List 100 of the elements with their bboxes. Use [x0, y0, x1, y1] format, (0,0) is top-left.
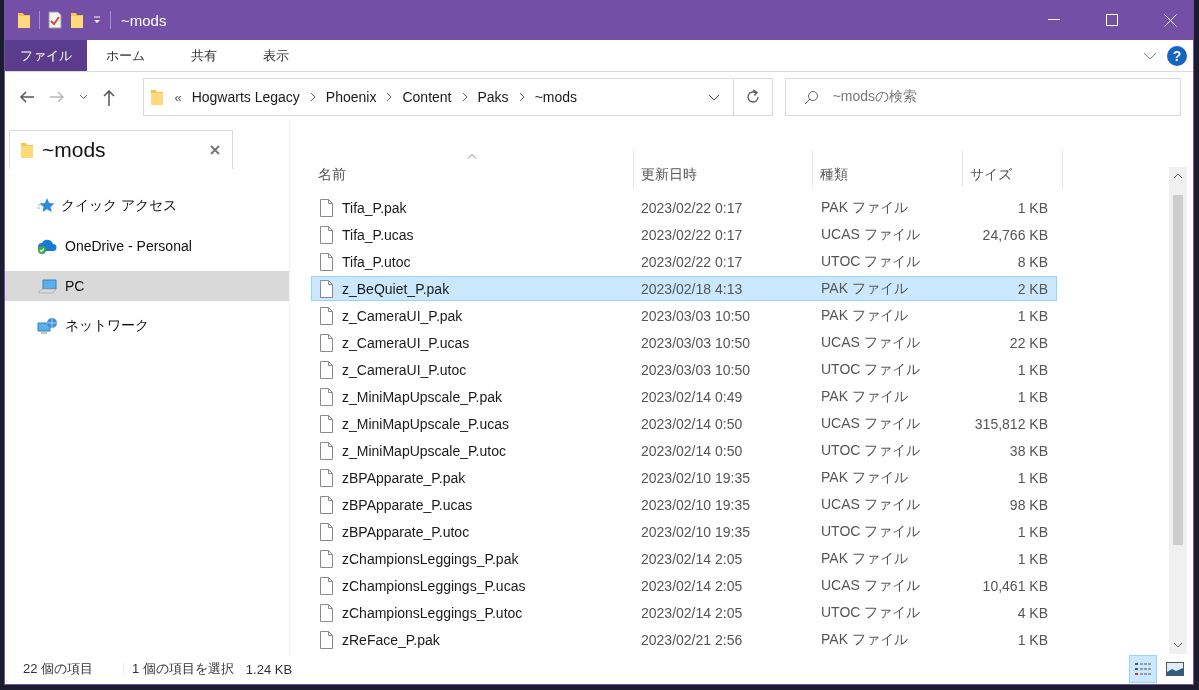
modified-date: 2023/02/14 2:05	[640, 604, 744, 621]
item-count: 22 個の項目	[22, 660, 95, 678]
file-row[interactable]: Tifa_P.ucas 2023/02/22 0:17 UCAS ファイル 24,766 KB	[311, 222, 1057, 247]
file-size: 1 KB	[1016, 550, 1048, 567]
folder-tab[interactable]: ~mods	[9, 130, 233, 169]
file-icon	[319, 252, 333, 271]
file-row[interactable]: zChampionsLeggings_P.pak 2023/02/14 2:05 PAK ファイル 1 KB	[311, 546, 1057, 571]
maximize-icon[interactable]	[1106, 14, 1118, 26]
file-row[interactable]: z_CameraUI_P.ucas 2023/03/03 10:50 UCAS ファイル 22 KB	[311, 330, 1057, 355]
file-row[interactable]: Tifa_P.pak 2023/02/22 0:17 PAK ファイル 1 KB	[311, 195, 1057, 220]
file-icon	[319, 630, 333, 649]
file-icon	[319, 495, 333, 514]
search-placeholder: ~modsの検索	[832, 88, 918, 106]
chevron-up-icon[interactable]	[1173, 173, 1183, 179]
network-icon	[37, 317, 59, 335]
file-name: Tifa_P.ucas	[342, 226, 414, 243]
modified-date: 2023/02/22 0:17	[640, 226, 744, 243]
close-icon[interactable]	[210, 145, 220, 155]
folder-icon	[20, 141, 34, 159]
file-row[interactable]: zBPApparate_P.ucas 2023/02/10 19:35 UCAS ファイル 98 KB	[311, 492, 1057, 517]
file-row[interactable]: zChampionsLeggings_P.ucas 2023/02/14 2:05 UCAS ファイル 10,461 KB	[311, 573, 1057, 598]
breadcrumb[interactable]: ~mods	[534, 89, 578, 105]
file-row[interactable]: z_BeQuiet_P.pak 2023/02/18 4:13 PAK ファイル 2 KB	[311, 276, 1057, 301]
file-name: Tifa_P.utoc	[342, 253, 411, 270]
ribbon-tab[interactable]: 共有	[172, 40, 236, 71]
file-size: 22 KB	[1008, 334, 1048, 351]
file-row[interactable]: z_MiniMapUpscale_P.pak 2023/02/14 0:49 PAK ファイル 1 KB	[311, 384, 1057, 409]
file-tab[interactable]: ファイル	[5, 40, 87, 71]
chevron-down-icon[interactable]	[1173, 642, 1183, 648]
file-type: UCAS ファイル	[820, 414, 921, 433]
file-name: zBPApparate_P.ucas	[342, 496, 473, 513]
file-type: UCAS ファイル	[820, 333, 921, 352]
file-row[interactable]: Tifa_P.utoc 2023/02/22 0:17 UTOC ファイル 8 KB	[311, 249, 1057, 274]
file-type: UTOC ファイル	[820, 522, 922, 541]
file-type: UCAS ファイル	[820, 495, 921, 514]
file-icon	[319, 414, 333, 433]
ribbon-tab[interactable]: ホーム	[87, 40, 164, 71]
file-size: 315,812 KB	[973, 415, 1048, 432]
breadcrumb[interactable]: Content	[402, 89, 452, 105]
file-size: 1 KB	[1016, 523, 1048, 540]
file-icon	[319, 549, 333, 568]
sidebar-item[interactable]: OneDrive - Personal	[5, 231, 289, 261]
modified-date: 2023/03/03 10:50	[640, 307, 751, 324]
file-row[interactable]: z_CameraUI_P.pak 2023/03/03 10:50 PAK ファイル 1 KB	[311, 303, 1057, 328]
file-icon	[319, 306, 333, 325]
file-row[interactable]: z_MiniMapUpscale_P.utoc 2023/02/14 0:50 UTOC ファイル 38 KB	[311, 438, 1057, 463]
column-header[interactable]: サイズ	[963, 150, 1063, 187]
chevron-down-icon[interactable]	[79, 94, 88, 100]
file-size: 1 KB	[1016, 631, 1048, 648]
folder-icon[interactable]	[70, 11, 84, 29]
back-arrow-icon[interactable]	[19, 90, 35, 104]
help-button[interactable]: ?	[1167, 45, 1187, 66]
window-title: ~mods	[121, 11, 167, 29]
file-type: PAK ファイル	[820, 387, 909, 406]
sort-ascending-icon	[467, 153, 477, 159]
file-type: PAK ファイル	[820, 549, 909, 568]
column-header[interactable]: 種類	[813, 150, 963, 187]
refresh-icon[interactable]	[744, 89, 761, 105]
file-size: 1 KB	[1016, 307, 1048, 324]
folder-icon	[17, 11, 31, 29]
file-name: z_BeQuiet_P.pak	[342, 280, 450, 297]
sidebar-item[interactable]: クイック アクセス	[5, 191, 289, 221]
scrollbar[interactable]	[1169, 167, 1187, 654]
breadcrumb[interactable]: Hogwarts Legacy	[191, 89, 300, 105]
file-name: zChampionsLeggings_P.ucas	[342, 577, 526, 594]
details-view-button[interactable]	[1129, 655, 1157, 683]
search-icon	[803, 89, 819, 105]
checklist-icon[interactable]	[48, 11, 62, 29]
column-header[interactable]: 名前	[311, 150, 633, 187]
file-row[interactable]: z_CameraUI_P.utoc 2023/03/03 10:50 UTOC ファイル 1 KB	[311, 357, 1057, 382]
file-type: UTOC ファイル	[820, 252, 922, 271]
dropdown-icon[interactable]	[92, 15, 102, 25]
file-row[interactable]: zBPApparate_P.pak 2023/02/10 19:35 PAK ファイル 1 KB	[311, 465, 1057, 490]
file-type: PAK ファイル	[820, 630, 909, 649]
minimize-icon[interactable]	[1048, 19, 1060, 21]
address-bar[interactable]: « Hogwarts Legacy Phoenix Content Paks ~mods	[143, 78, 773, 116]
file-size: 98 KB	[1008, 496, 1048, 513]
chevron-down-icon[interactable]	[707, 93, 720, 101]
breadcrumb[interactable]: Phoenix	[325, 89, 377, 105]
column-header[interactable]: 更新日時	[633, 150, 813, 187]
file-row[interactable]: z_MiniMapUpscale_P.ucas 2023/02/14 0:50 UCAS ファイル 315,812 KB	[311, 411, 1057, 436]
modified-date: 2023/02/14 2:05	[640, 550, 744, 567]
file-row[interactable]: zReFace_P.pak 2023/02/21 2:56 PAK ファイル 1 KB	[311, 627, 1057, 652]
modified-date: 2023/02/14 0:50	[640, 415, 744, 432]
sidebar-item[interactable]: ネットワーク	[5, 311, 289, 341]
up-arrow-icon[interactable]	[102, 88, 116, 106]
file-name: zChampionsLeggings_P.pak	[342, 550, 519, 567]
landscape-picture-icon	[1166, 662, 1184, 676]
file-size: 8 KB	[1016, 253, 1048, 270]
sidebar-item[interactable]: PC	[5, 271, 289, 301]
overflow-marker[interactable]: «	[174, 89, 182, 105]
modified-date: 2023/02/10 19:35	[640, 496, 751, 513]
file-size: 24,766 KB	[981, 226, 1048, 243]
search-field[interactable]: ~modsの検索	[784, 78, 1181, 116]
breadcrumb[interactable]: Paks	[477, 89, 509, 105]
file-row[interactable]: zChampionsLeggings_P.utoc 2023/02/14 2:05 UTOC ファイル 4 KB	[311, 600, 1057, 625]
ribbon-tab[interactable]: 表示	[244, 40, 308, 71]
file-name: z_CameraUI_P.pak	[342, 307, 463, 324]
file-row[interactable]: zBPApparate_P.utoc 2023/02/10 19:35 UTOC ファイル 1 KB	[311, 519, 1057, 544]
modified-date: 2023/02/22 0:17	[640, 199, 744, 216]
